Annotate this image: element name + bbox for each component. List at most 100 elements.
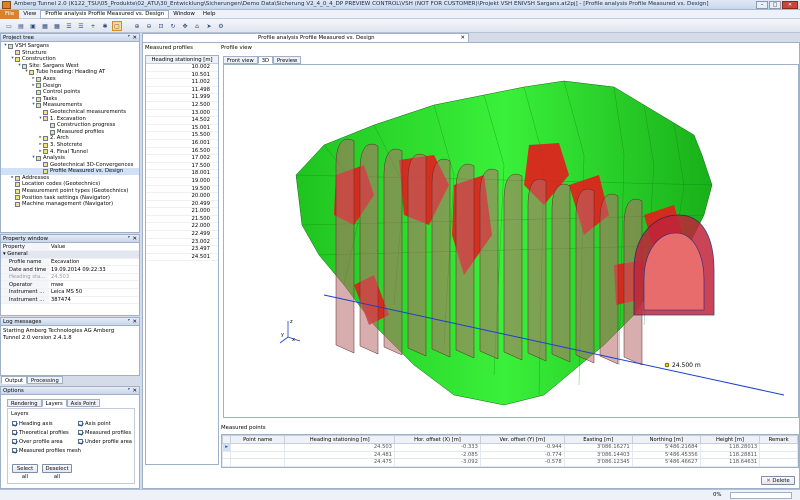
tree-item[interactable]: Location codes (Geotechnics) [1,181,139,188]
column-header[interactable]: Heading stationing [m] [284,435,395,444]
tab-output[interactable]: Output [1,376,28,384]
document-tab[interactable]: Profile analysis Profile Measured vs. De… [142,33,469,42]
column-header[interactable]: Ver. offset (Y) [m] [479,435,565,444]
column-header[interactable]: Point name [229,435,286,444]
add-icon[interactable]: + [88,21,98,31]
rotate-icon[interactable]: ↻ [168,21,178,31]
list-item[interactable]: 15.500 [146,132,218,140]
zoom-fit-icon[interactable]: ⊡ [156,21,166,31]
checkbox-checked-icon[interactable] [78,439,83,444]
list-item[interactable]: 20.499 [146,201,218,209]
list-item[interactable]: 13.000 [146,110,218,118]
tab-preview[interactable]: Preview [273,56,302,64]
checkbox-checked-icon[interactable] [12,448,17,453]
list-item[interactable]: 21.500 [146,216,218,224]
property-group[interactable]: ▾ General [1,250,139,259]
tab-rendering[interactable]: Rendering [7,399,42,407]
table-icon[interactable]: ☰ [64,21,74,31]
tree-item[interactable]: Position task settings (Navigator) [1,195,139,202]
close-icon[interactable]: ✕ [460,34,465,42]
layer-checkbox[interactable]: Theoretical profiles [12,428,81,437]
tree-item[interactable]: ▾ Analysis [1,155,139,162]
menu-view[interactable]: View [19,11,40,17]
menu-file[interactable]: File [0,9,20,19]
layer-checkbox[interactable]: Heading axis [12,419,81,428]
tree-item[interactable]: ▾ Construction [1,56,139,63]
list-item[interactable]: 19.500 [146,186,218,194]
select-icon[interactable]: ▢ [112,21,122,31]
tree-item[interactable]: ▾ VSH Sargans [1,43,139,50]
table-row[interactable]: 24.481 -2.085 -0.774 3'086.14403 5'486.45356… [222,450,798,459]
tab-layers[interactable]: Layers [41,399,67,407]
row-selector[interactable] [222,450,231,459]
close-icon[interactable]: ✕ [132,34,137,42]
tree-item[interactable]: Profile Measured vs. Design [1,168,139,175]
list-item[interactable]: 10.501 [146,72,218,80]
list-item[interactable]: 24.501 [146,254,218,262]
home-icon[interactable]: ⌂ [192,21,202,31]
list-item[interactable]: 21.000 [146,208,218,216]
list-item[interactable]: 18.001 [146,170,218,178]
list-item[interactable]: 17.500 [146,163,218,171]
grid-icon[interactable]: ▦ [40,21,50,31]
checkbox-checked-icon[interactable] [12,430,17,435]
pin-icon[interactable]: ᴾ [128,235,130,243]
tree-item[interactable]: ▸ Addresses [1,175,139,182]
list-item[interactable]: 23.002 [146,239,218,247]
menu-help[interactable]: Help [199,11,220,17]
column-header[interactable]: Remark [759,435,798,444]
close-icon[interactable]: ✕ [132,318,137,326]
select-all-button[interactable]: Select all [12,464,38,480]
save-icon[interactable]: ▣ [28,21,38,31]
tab-front-view[interactable]: Front view [223,56,258,64]
tree-item[interactable]: ▸ 4. Final Tunnel [1,149,139,156]
tree-item[interactable]: ▾ Tube heading: Heading AT [1,69,139,76]
checkbox-checked-icon[interactable] [12,421,17,426]
list-item[interactable]: 19.000 [146,178,218,186]
list-item[interactable]: 11.999 [146,94,218,102]
checkbox-checked-icon[interactable] [78,430,83,435]
list-item[interactable]: 14.502 [146,117,218,125]
tree-item[interactable]: Measured profiles [1,129,139,136]
pan-icon[interactable]: ✥ [180,21,190,31]
tab-processing[interactable]: Processing [27,376,63,384]
property-row[interactable]: Date and time 19.09.2014 09:22:33 [1,265,139,274]
table-row[interactable]: 24.475 -3.092 -0.578 3'086.12345 5'486.46627… [222,458,798,467]
menu-window[interactable]: Window [169,11,199,17]
tree-item[interactable]: Control points [1,89,139,96]
row-selector[interactable]: ▸ [222,443,231,452]
tree-item[interactable]: ▸ Design [1,83,139,90]
column-header[interactable]: Northing [m] [631,435,701,444]
property-row[interactable]: Instrument ... Leica MS 50 [1,288,139,297]
close-button[interactable]: ✕ [782,1,798,9]
layer-checkbox[interactable]: Under profile area [78,437,132,446]
layer-checkbox[interactable]: Measured profiles [78,428,132,437]
list-item[interactable]: 17.002 [146,155,218,163]
list-item[interactable]: 10.002 [146,64,218,72]
new-icon[interactable]: ▭ [4,21,14,31]
list-item[interactable]: 11.498 [146,87,218,95]
tree-item[interactable]: ▾ 1. Excavation [1,116,139,123]
layer-checkbox[interactable]: Measured profiles mesh [12,446,81,455]
list-item[interactable]: 15.001 [146,125,218,133]
tab-3d[interactable]: 3D [257,56,274,64]
tree-item[interactable]: Measurement point types (Geotechnics) [1,188,139,195]
menu-profile-analysis[interactable]: Profile analysis Profile Measured vs. De… [40,9,170,19]
open-icon[interactable]: ▤ [16,21,26,31]
pin-icon[interactable]: ᴾ [128,34,130,42]
minimize-button[interactable]: – [756,1,768,9]
checkbox-checked-icon[interactable] [78,421,83,426]
checkbox-checked-icon[interactable] [12,439,17,444]
tree-item[interactable]: Geotechnical measurements [1,109,139,116]
property-row[interactable]: Instrument ... 387474 [1,296,139,305]
tree-item[interactable]: ▸ 3. Shotcrete [1,142,139,149]
layer-checkbox[interactable]: Over profile area [12,437,81,446]
tree-item[interactable]: ▸ 2. Arch [1,135,139,142]
column-header[interactable]: Easting [m] [563,435,633,444]
table-icon[interactable]: ☰ [76,21,86,31]
list-item[interactable]: 20.000 [146,193,218,201]
layer-checkbox[interactable]: Axis point [78,419,132,428]
tree-item[interactable]: ▾ Site: Sargans West [1,63,139,70]
pin-icon[interactable]: ᴾ [128,318,130,326]
list-item[interactable]: 22.000 [146,223,218,232]
